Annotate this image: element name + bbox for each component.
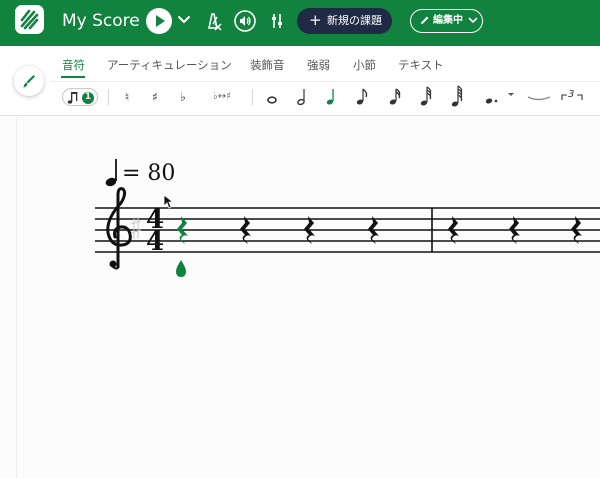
active-tab-indicator [61, 76, 85, 78]
tab-ornaments[interactable]: 装飾音 [250, 57, 285, 73]
tab-text[interactable]: テキスト [398, 57, 444, 73]
selection-drop-icon[interactable] [176, 260, 186, 277]
enharmonic-button[interactable]: ♭↔♯ [206, 86, 238, 108]
half-note-icon[interactable] [297, 89, 305, 106]
volume-button[interactable] [233, 9, 257, 33]
tab-dynamics[interactable]: 強弱 [307, 57, 330, 73]
speaker-icon [234, 10, 256, 32]
app-logo-icon[interactable] [15, 5, 44, 34]
top-bar: My Score + 新規の課題 編集中 [0, 0, 600, 46]
new-task-label: 新規の課題 [327, 14, 382, 27]
voice-number: 1 [84, 92, 92, 102]
tool-panel: 音符 アーティキュレーション 装飾音 強弱 小節 テキスト 1 ♮ ♯ ♭ ♭↔… [0, 46, 600, 116]
plus-icon: + [309, 11, 322, 29]
tie-icon[interactable] [527, 96, 551, 101]
natural-button[interactable]: ♮ [120, 86, 134, 108]
chevron-down-icon [468, 17, 478, 24]
mixer-button[interactable] [265, 9, 289, 33]
eighth-note-icon[interactable] [356, 88, 368, 105]
quarter-note-icon[interactable] [326, 89, 334, 105]
sharp-button[interactable]: ♯ [148, 86, 162, 108]
mouse-cursor-icon [163, 194, 175, 209]
paintbrush-icon [23, 75, 35, 88]
staff-lines [95, 207, 600, 253]
playback-options-button[interactable] [176, 11, 192, 27]
edit-mode-button[interactable]: 編集中 [410, 9, 483, 33]
dotted-note-icon[interactable] [485, 93, 514, 104]
voice-selector[interactable]: 1 [62, 88, 98, 106]
toolbar-separator [108, 89, 109, 105]
toolbar-separator [252, 89, 253, 105]
voice-note-icon [67, 92, 94, 104]
tab-articulation[interactable]: アーティキュレーション [107, 57, 232, 73]
sixty-fourth-note-icon[interactable] [451, 85, 463, 107]
duration-palette [267, 85, 583, 107]
score-canvas[interactable]: 4 4 = 80 [0, 117, 600, 478]
time-signature: 4 4 [146, 205, 164, 257]
tempo-note-icon [105, 159, 117, 187]
metronome-off-icon [208, 13, 222, 31]
time-signature-bottom: 4 [146, 227, 164, 257]
tab-measures[interactable]: 小節 [353, 57, 376, 73]
treble-clef-icon [106, 187, 132, 270]
whole-note-icon[interactable] [267, 96, 277, 104]
tools-divider [50, 81, 600, 82]
chevron-down-icon [178, 16, 190, 24]
tuplet-number: 3 [568, 89, 575, 100]
brush-button[interactable] [14, 66, 44, 96]
new-task-button[interactable]: + 新規の課題 [297, 8, 392, 34]
flat-button[interactable]: ♭ [176, 86, 190, 108]
mixer-icon [272, 14, 282, 28]
metronome-toggle-button[interactable] [201, 9, 225, 33]
tempo-marking[interactable]: = 80 [122, 161, 175, 187]
play-icon [156, 15, 165, 27]
play-button[interactable] [146, 8, 172, 34]
thirty-second-note-icon[interactable] [420, 86, 432, 106]
score-title[interactable]: My Score [62, 10, 140, 32]
edit-mode-label: 編集中 [433, 15, 463, 26]
tab-notes[interactable]: 音符 [62, 57, 85, 73]
ghost-sharp-icon [130, 217, 142, 239]
sixteenth-note-icon[interactable] [389, 88, 401, 105]
staff-svg: 4 4 [95, 159, 600, 277]
pencil-icon [421, 16, 429, 24]
